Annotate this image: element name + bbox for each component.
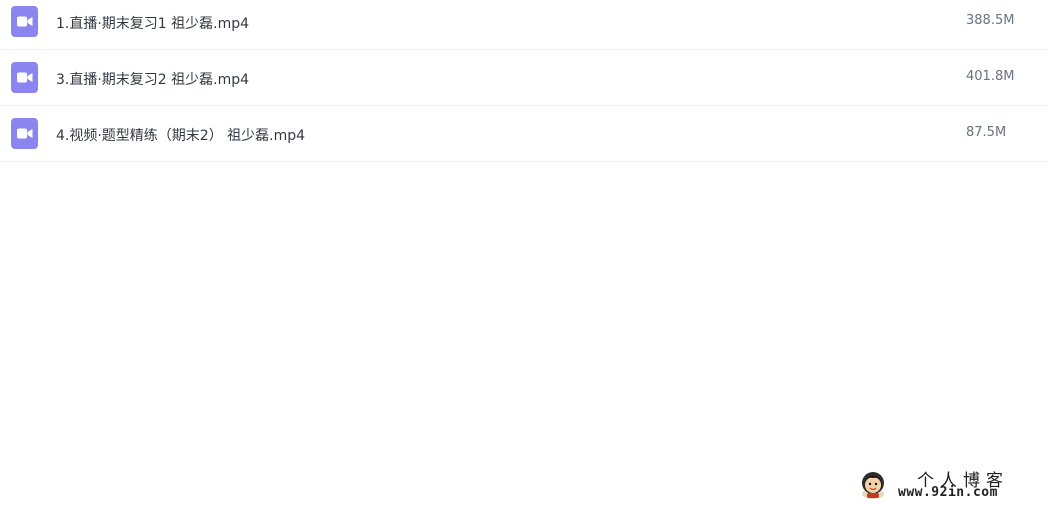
file-name[interactable]: 4.视频·题型精练（期末2） 祖少磊.mp4	[56, 125, 305, 145]
video-file-icon	[11, 118, 38, 149]
file-row[interactable]: 4.视频·题型精练（期末2） 祖少磊.mp4 87.5M	[0, 106, 1049, 162]
file-size: 388.5M	[966, 13, 1015, 28]
file-size: 87.5M	[966, 125, 1007, 140]
video-file-icon	[11, 62, 38, 93]
watermark-url: www.92in.com	[898, 485, 998, 500]
file-row[interactable]: 3.直播·期末复习2 祖少磊.mp4 401.8M	[0, 50, 1049, 106]
video-file-icon	[11, 6, 38, 37]
file-name[interactable]: 3.直播·期末复习2 祖少磊.mp4	[56, 69, 249, 89]
file-row[interactable]: 1.直播·期末复习1 祖少磊.mp4 388.5M	[0, 0, 1049, 50]
file-name[interactable]: 1.直播·期末复习1 祖少磊.mp4	[56, 13, 249, 33]
cartoon-avatar-icon	[857, 468, 889, 500]
watermark: 个人博客 www.92in.com	[853, 464, 1043, 504]
file-list: 1.直播·期末复习1 祖少磊.mp4 388.5M 3.直播·期末复习2 祖少磊…	[0, 0, 1049, 162]
file-size: 401.8M	[966, 69, 1015, 84]
